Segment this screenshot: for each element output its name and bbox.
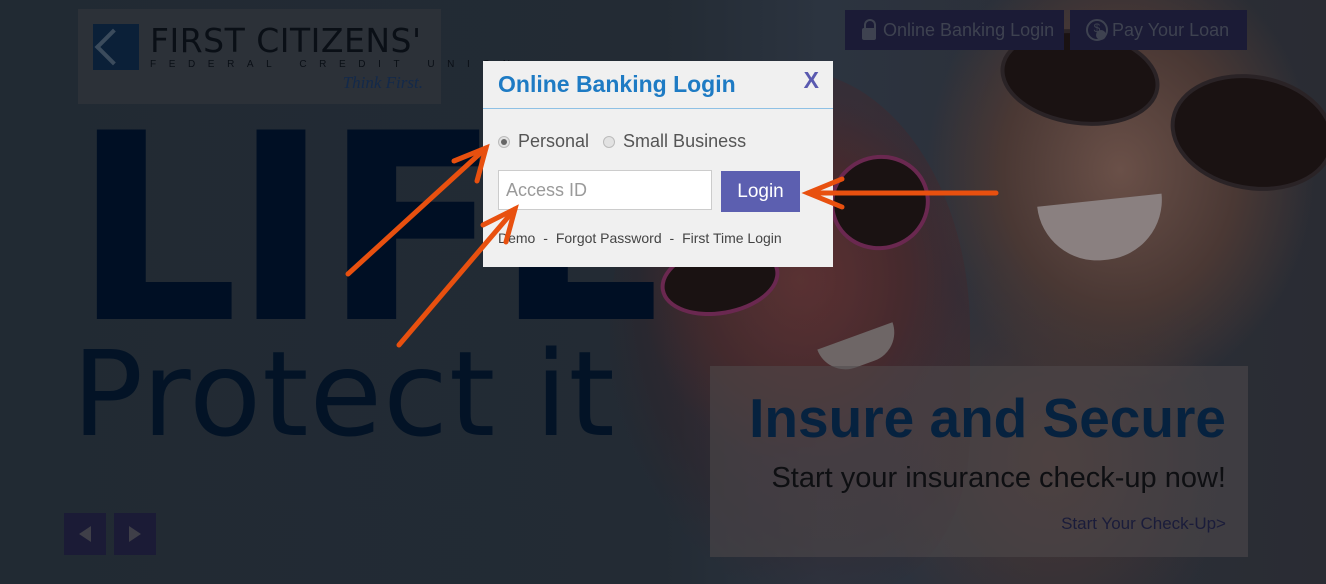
- modal-title: Online Banking Login: [498, 71, 736, 97]
- radio-personal-label[interactable]: Personal: [518, 131, 589, 152]
- start-checkup-link[interactable]: Start Your Check-Up>: [1061, 514, 1226, 534]
- slider-next-button[interactable]: [114, 513, 156, 555]
- logo-name: FIRST CITIZENS': [150, 21, 422, 60]
- promo-title: Insure and Secure: [749, 387, 1226, 449]
- modal-links: Demo - Forgot Password - First Time Logi…: [498, 230, 782, 246]
- account-type-group: Personal Small Business: [498, 131, 760, 152]
- pay-your-loan-button[interactable]: Pay Your Loan: [1070, 10, 1247, 50]
- chevron-right-icon: [129, 526, 141, 542]
- logo-mark-icon: [93, 24, 139, 70]
- online-banking-login-button[interactable]: Online Banking Login: [845, 10, 1064, 50]
- modal-header: Online Banking Login X: [483, 61, 833, 109]
- access-id-input[interactable]: [498, 170, 712, 210]
- radio-small-business-label[interactable]: Small Business: [623, 131, 746, 152]
- close-icon[interactable]: X: [804, 67, 819, 94]
- promo-subtitle: Start your insurance check-up now!: [771, 462, 1226, 494]
- demo-link[interactable]: Demo: [498, 230, 535, 246]
- pay-your-loan-label: Pay Your Loan: [1112, 19, 1230, 40]
- loan-payment-icon: [1086, 19, 1108, 41]
- online-banking-login-label: Online Banking Login: [883, 19, 1055, 40]
- hero-subheadline: Protect it: [72, 325, 616, 463]
- forgot-password-link[interactable]: Forgot Password: [556, 230, 662, 246]
- first-time-login-link[interactable]: First Time Login: [682, 230, 782, 246]
- chevron-left-icon: [79, 526, 91, 542]
- radio-small-business[interactable]: [603, 135, 616, 148]
- logo-subtitle: FEDERAL CREDIT UNION: [150, 59, 523, 70]
- promo-panel: Insure and Secure Start your insurance c…: [710, 366, 1248, 557]
- link-separator: -: [669, 230, 675, 246]
- link-separator: -: [543, 230, 548, 246]
- login-button[interactable]: Login: [721, 171, 800, 212]
- radio-personal[interactable]: [498, 135, 510, 148]
- slider-prev-button[interactable]: [64, 513, 106, 555]
- online-banking-login-modal: Online Banking Login X Personal Small Bu…: [483, 61, 833, 267]
- lock-icon: [861, 19, 879, 41]
